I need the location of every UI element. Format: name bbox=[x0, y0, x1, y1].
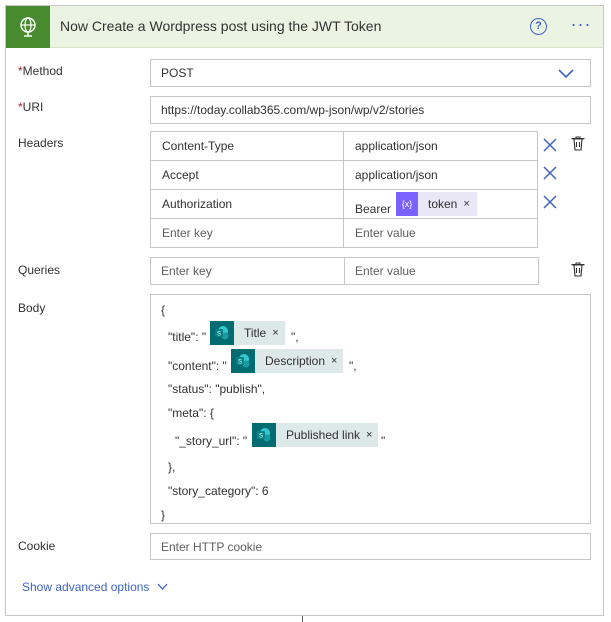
sharepoint-icon: S bbox=[231, 349, 255, 373]
uri-value: https://today.collab365.com/wp-json/wp/v… bbox=[161, 103, 425, 117]
header-key: Accept bbox=[162, 168, 199, 182]
globe-icon bbox=[6, 6, 50, 48]
key-placeholder: Enter key bbox=[162, 226, 213, 240]
trash-icon[interactable] bbox=[571, 135, 585, 151]
advanced-label: Show advanced options bbox=[22, 580, 150, 594]
more-options-icon[interactable]: ··· bbox=[569, 14, 593, 36]
code-line: "story_category": 6 bbox=[168, 484, 269, 498]
header-key-input[interactable]: Enter key bbox=[150, 218, 344, 248]
query-key-input[interactable]: Enter key bbox=[150, 257, 345, 285]
token-label: token bbox=[428, 197, 458, 211]
header-key-input[interactable]: Content-Type bbox=[150, 131, 344, 161]
token-label: Description bbox=[265, 354, 326, 368]
method-value: POST bbox=[161, 66, 194, 80]
close-icon[interactable] bbox=[543, 138, 557, 152]
cookie-input[interactable]: Enter HTTP cookie bbox=[150, 533, 591, 560]
body-editor[interactable]: { "title": " S Title × ", "content": " S… bbox=[150, 294, 591, 524]
header-row: Accept application/json bbox=[150, 160, 538, 190]
dynamic-content-chip[interactable]: S Published link × bbox=[252, 423, 379, 447]
token-label: Published link bbox=[286, 428, 361, 442]
code-line: ", bbox=[291, 330, 299, 344]
uri-input[interactable]: https://today.collab365.com/wp-json/wp/v… bbox=[150, 96, 591, 124]
queries-label: Queries bbox=[18, 263, 61, 277]
code-line: "_story_url": " bbox=[175, 434, 248, 448]
action-header[interactable]: Now Create a Wordpress post using the JW… bbox=[6, 6, 603, 48]
code-line: ", bbox=[349, 359, 357, 373]
body-label: Body bbox=[18, 301, 46, 315]
header-key: Content-Type bbox=[162, 139, 235, 153]
header-row-empty: Enter key Enter value bbox=[150, 218, 538, 248]
header-key-input[interactable]: Authorization bbox=[150, 189, 344, 219]
token-label: Title bbox=[244, 326, 267, 340]
cookie-placeholder: Enter HTTP cookie bbox=[161, 539, 263, 554]
remove-token-icon[interactable]: × bbox=[272, 327, 284, 339]
headers-label: Headers bbox=[18, 136, 64, 150]
key-placeholder: Enter key bbox=[161, 264, 212, 278]
close-icon[interactable] bbox=[543, 195, 557, 209]
cookie-label: Cookie bbox=[18, 539, 56, 553]
header-value-input[interactable]: application/json bbox=[343, 160, 538, 190]
dynamic-content-chip[interactable]: S Description × bbox=[231, 349, 344, 373]
action-title: Now Create a Wordpress post using the JW… bbox=[60, 18, 382, 34]
uri-label: *URI bbox=[18, 100, 43, 114]
value-placeholder: Enter value bbox=[355, 264, 416, 278]
header-value-input[interactable]: Enter value bbox=[343, 218, 538, 248]
remove-token-icon[interactable]: × bbox=[366, 429, 378, 441]
sharepoint-icon: S bbox=[252, 423, 276, 447]
code-line: " bbox=[381, 434, 386, 448]
flow-connector bbox=[302, 616, 303, 622]
method-label: *Method bbox=[18, 64, 63, 78]
dynamic-content-chip[interactable]: S Title × bbox=[210, 321, 285, 345]
remove-token-icon[interactable]: × bbox=[331, 355, 343, 367]
header-value: application/json bbox=[355, 139, 438, 153]
chevron-down-icon bbox=[558, 69, 574, 79]
sharepoint-icon: S bbox=[210, 321, 234, 345]
code-line: "status": "publish", bbox=[168, 382, 266, 396]
svg-text:S: S bbox=[259, 434, 263, 440]
value-placeholder: Enter value bbox=[355, 226, 416, 240]
code-line: }, bbox=[168, 460, 176, 474]
svg-text:S: S bbox=[217, 332, 221, 338]
header-row: Content-Type application/json bbox=[150, 131, 538, 161]
token-chip[interactable]: {x} token × bbox=[396, 192, 477, 216]
variable-icon: {x} bbox=[396, 192, 418, 216]
help-icon[interactable]: ? bbox=[530, 18, 547, 35]
show-advanced-options-link[interactable]: Show advanced options bbox=[22, 580, 168, 594]
code-line: } bbox=[161, 508, 166, 522]
remove-token-icon[interactable]: × bbox=[463, 198, 476, 210]
code-line: "meta": { bbox=[168, 406, 214, 420]
close-icon[interactable] bbox=[543, 166, 557, 180]
header-row: Authorization Bearer {x} token × bbox=[150, 189, 538, 219]
chevron-down-icon bbox=[157, 583, 168, 590]
code-line: { bbox=[161, 303, 166, 317]
header-value-prefix: Bearer bbox=[355, 202, 392, 216]
uri-label-text: URI bbox=[22, 100, 44, 114]
code-line: "content": " bbox=[168, 359, 227, 373]
header-key: Authorization bbox=[162, 197, 233, 211]
svg-text:S: S bbox=[238, 360, 242, 366]
method-select[interactable]: POST bbox=[150, 59, 591, 87]
header-key-input[interactable]: Accept bbox=[150, 160, 344, 190]
header-value: application/json bbox=[355, 168, 438, 182]
header-value-input[interactable]: Bearer {x} token × bbox=[343, 189, 538, 219]
method-label-text: Method bbox=[22, 64, 63, 78]
code-line: "title": " bbox=[168, 330, 207, 344]
query-value-input[interactable]: Enter value bbox=[344, 257, 539, 285]
trash-icon[interactable] bbox=[571, 261, 585, 277]
http-action-card: Now Create a Wordpress post using the JW… bbox=[5, 5, 604, 616]
header-value-input[interactable]: application/json bbox=[343, 131, 538, 161]
